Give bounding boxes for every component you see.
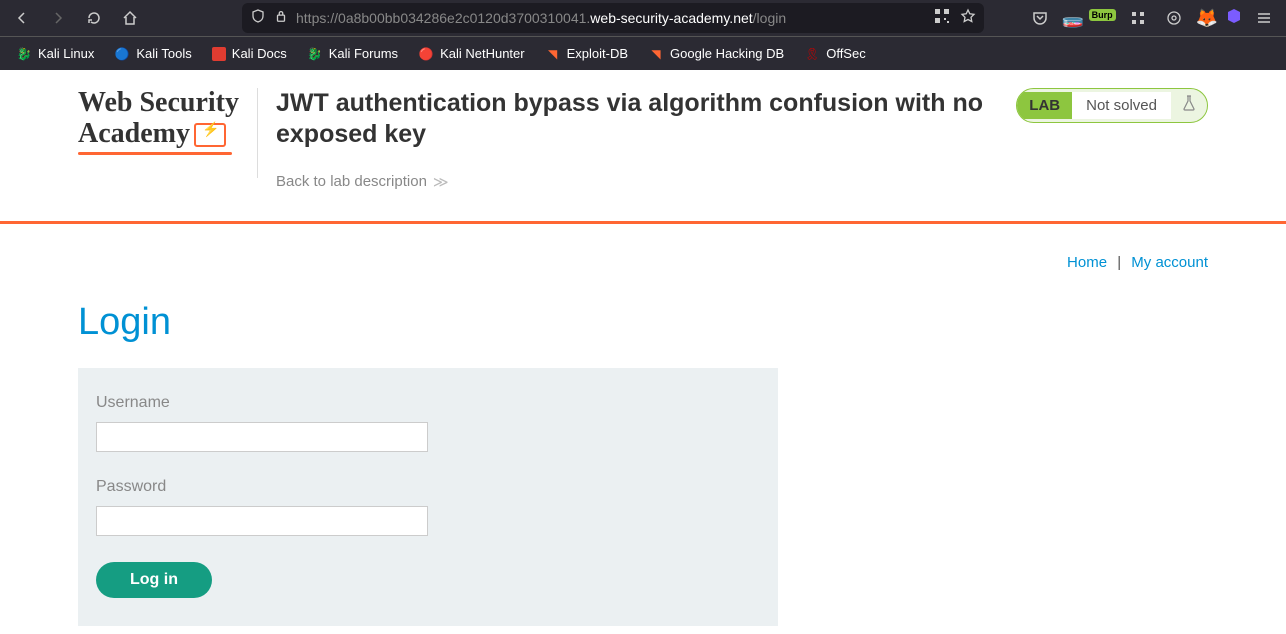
lab-title: JWT authentication bypass via algorithm …	[276, 88, 998, 151]
docs-icon	[212, 47, 226, 61]
lock-icon[interactable]	[274, 9, 288, 28]
qr-icon[interactable]	[934, 8, 950, 29]
bookmark-kali-docs[interactable]: Kali Docs	[204, 42, 295, 65]
bookmarks-bar: 🐉 Kali Linux 🔵 Kali Tools Kali Docs 🐉 Ka…	[0, 36, 1286, 70]
burp-extension-icon[interactable]: 🧫 Burp	[1062, 8, 1116, 29]
lab-header: Web Security Academy JWT authentication …	[0, 70, 1286, 224]
nethunter-icon: 🔴	[418, 46, 434, 62]
logo-line1: Web Security	[78, 88, 239, 119]
back-to-description-link[interactable]: Back to lab description ≫	[276, 173, 998, 191]
reload-button[interactable]	[80, 4, 108, 32]
nav-separator: |	[1117, 254, 1121, 271]
bookmark-label: Kali Tools	[136, 46, 191, 61]
academy-logo[interactable]: Web Security Academy	[78, 88, 239, 155]
bookmark-offsec[interactable]: 🎗 OffSec	[796, 42, 874, 66]
url-bar[interactable]: https://0a8b00bb034286e2c0120d3700310041…	[242, 3, 984, 33]
page-content: Home | My account Login Username Passwor…	[68, 254, 1218, 626]
shield-icon[interactable]	[250, 8, 266, 29]
bookmark-label: Kali Forums	[329, 46, 398, 61]
login-form: Username Password Log in	[78, 368, 778, 626]
back-button[interactable]	[8, 4, 36, 32]
chevron-right-icon: ≫	[433, 173, 449, 191]
logo-line2: Academy	[78, 118, 190, 149]
exploitdb-icon: ◥	[545, 46, 561, 62]
lab-status-pill: LAB Not solved	[1016, 88, 1208, 123]
lab-badge: LAB	[1017, 92, 1072, 119]
kali-icon: 🐉	[16, 46, 32, 62]
browser-nav-bar: https://0a8b00bb034286e2c0120d3700310041…	[0, 0, 1286, 36]
lab-status-text: Not solved	[1072, 92, 1171, 119]
logo-bolt-icon	[194, 123, 226, 147]
pocket-icon[interactable]	[1026, 4, 1054, 32]
extension-icon[interactable]	[1160, 4, 1188, 32]
back-link-label: Back to lab description	[276, 173, 427, 190]
bookmark-kali-tools[interactable]: 🔵 Kali Tools	[106, 42, 199, 66]
bookmark-label: Google Hacking DB	[670, 46, 784, 61]
hamburger-menu-icon[interactable]	[1250, 4, 1278, 32]
bookmark-label: Kali NetHunter	[440, 46, 525, 61]
login-button[interactable]: Log in	[96, 562, 212, 598]
bookmark-label: Exploit-DB	[567, 46, 628, 61]
bookmark-kali-linux[interactable]: 🐉 Kali Linux	[8, 42, 102, 66]
metamask-icon[interactable]: 🦊	[1196, 8, 1218, 29]
top-nav: Home | My account	[78, 254, 1208, 271]
bookmark-star-icon[interactable]	[960, 8, 976, 29]
bookmark-label: Kali Docs	[232, 46, 287, 61]
nav-account-link[interactable]: My account	[1131, 254, 1208, 271]
password-input[interactable]	[96, 506, 428, 536]
password-label: Password	[96, 478, 760, 496]
bookmark-label: Kali Linux	[38, 46, 94, 61]
forums-icon: 🐉	[307, 46, 323, 62]
extension-cube-icon[interactable]	[1226, 8, 1242, 29]
addons-icon[interactable]	[1124, 4, 1152, 32]
bookmark-ghdb[interactable]: ◥ Google Hacking DB	[640, 42, 792, 66]
bookmark-exploit-db[interactable]: ◥ Exploit-DB	[537, 42, 636, 66]
bookmark-kali-nethunter[interactable]: 🔴 Kali NetHunter	[410, 42, 533, 66]
logo-underline	[78, 152, 232, 155]
url-text: https://0a8b00bb034286e2c0120d3700310041…	[296, 10, 786, 26]
home-button[interactable]	[116, 4, 144, 32]
bookmark-kali-forums[interactable]: 🐉 Kali Forums	[299, 42, 406, 66]
nav-home-link[interactable]: Home	[1067, 254, 1107, 271]
page-heading: Login	[78, 301, 1208, 344]
username-input[interactable]	[96, 422, 428, 452]
ghdb-icon: ◥	[648, 46, 664, 62]
vertical-separator	[257, 88, 258, 178]
forward-button[interactable]	[44, 4, 72, 32]
username-label: Username	[96, 394, 760, 412]
offsec-icon: 🎗	[804, 46, 820, 62]
bookmark-label: OffSec	[826, 46, 866, 61]
tools-icon: 🔵	[114, 46, 130, 62]
flask-icon	[1171, 89, 1207, 122]
